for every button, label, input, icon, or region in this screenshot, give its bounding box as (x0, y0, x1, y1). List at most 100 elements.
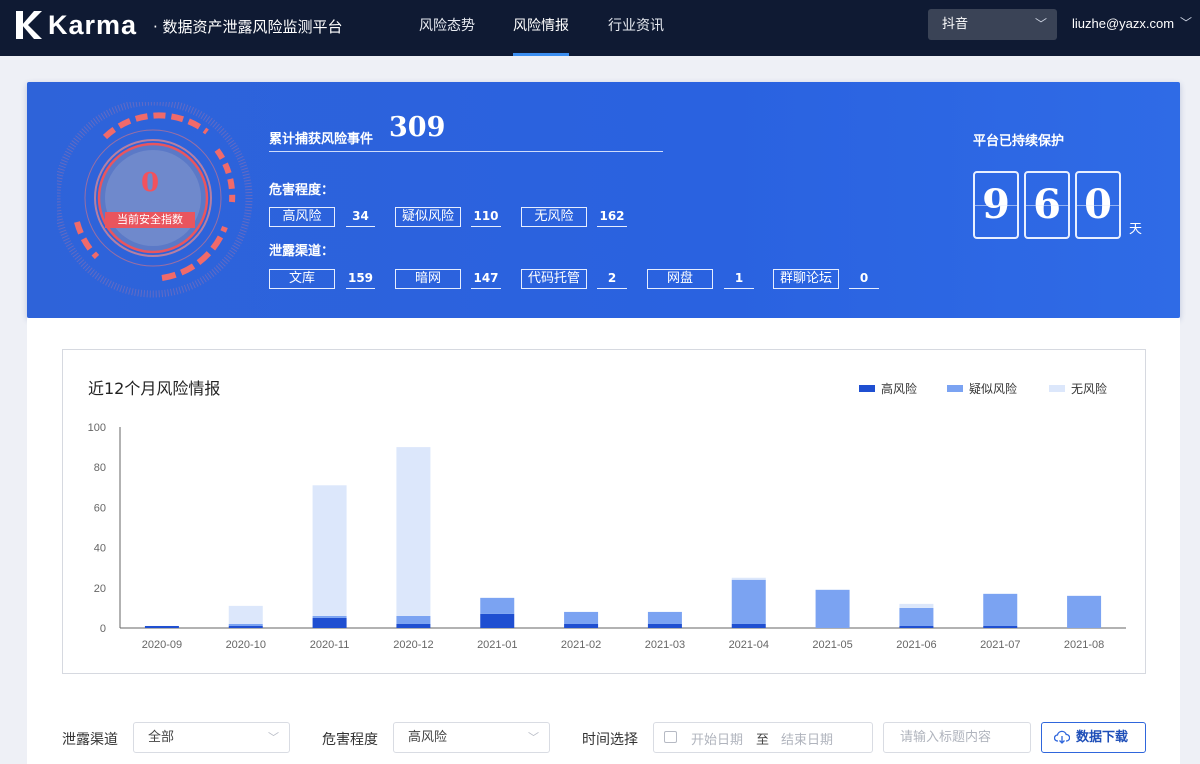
bar-segment (731, 577, 766, 580)
bar-segment (899, 607, 934, 626)
protect-digit: 9 (973, 171, 1019, 239)
app-select[interactable]: 抖音 ﹀ (928, 9, 1057, 40)
y-tick-label: 0 (100, 623, 106, 635)
bar-segment (312, 615, 347, 618)
bar-segment (731, 623, 766, 628)
channel-count-wenku: 159 (346, 269, 375, 289)
bar-segment (983, 625, 1018, 628)
nav-label: 行业资讯 (608, 18, 664, 34)
x-tick-label: 2020-09 (142, 639, 182, 651)
severity-tag-suspected[interactable]: 疑似风险 (395, 207, 461, 227)
x-tick-label: 2021-08 (1064, 639, 1104, 651)
bar-segment (312, 485, 347, 616)
bar-segment (899, 625, 934, 628)
digit-divider (1026, 205, 1068, 206)
x-tick-label: 2020-10 (226, 639, 266, 651)
bar-segment (144, 625, 179, 628)
bar-segment (1067, 595, 1102, 628)
protect-digit: 0 (1075, 171, 1121, 239)
bar-segment (396, 623, 431, 628)
start-date-input[interactable]: 开始日期 (691, 729, 743, 748)
bar-segment (228, 625, 263, 628)
y-tick-label: 40 (94, 543, 106, 555)
bar-segment (396, 447, 431, 616)
bar-segment (564, 623, 599, 628)
nav-industry-news[interactable]: 行业资讯 (608, 0, 664, 56)
bar-segment (647, 611, 682, 624)
download-button-label: 数据下载 (1076, 730, 1129, 745)
chevron-down-icon: ﹀ (1034, 17, 1047, 31)
risk-bar-chart: 0 20 40 60 80 100 2020-09 2020-10 2020-11 2020-12… (88, 422, 1126, 651)
nav-risk-intel[interactable]: 风险情报 (513, 0, 569, 56)
chevron-down-icon: ﹀ (528, 731, 539, 744)
y-tick-label: 60 (94, 502, 106, 514)
bar-segment (396, 615, 431, 624)
x-tick-label: 2020-12 (393, 639, 433, 651)
x-tick-label: 2021-04 (729, 639, 769, 651)
channel-tag-netdisk[interactable]: 网盘 (647, 269, 713, 289)
active-nav-indicator (513, 53, 569, 56)
safety-index-label: 当前安全指数 (105, 212, 195, 228)
nav-label: 风险态势 (419, 18, 475, 34)
legend-label: 疑似风险 (969, 382, 1018, 396)
severity-tag-none[interactable]: 无风险 (521, 207, 587, 227)
legend-label: 高风险 (881, 382, 918, 396)
severity-count-suspected: 110 (471, 207, 501, 227)
y-tick-label: 80 (94, 462, 106, 474)
channel-filter-select[interactable]: 全部 ﹀ (133, 722, 290, 753)
legend-label: 无风险 (1071, 382, 1108, 396)
channel-label: 泄露渠道： (269, 244, 335, 259)
total-events-value: 309 (389, 112, 446, 143)
channel-count-darkweb: 147 (471, 269, 501, 289)
brand-name: Karma (48, 10, 138, 40)
chart-title: 近12个月风险情报 (88, 379, 221, 398)
title-search-input[interactable]: 请输入标题内容 (883, 722, 1031, 753)
channel-filter-label: 泄露渠道 (62, 732, 118, 748)
legend-item-none[interactable]: 无风险 (1049, 380, 1107, 397)
x-tick-label: 2021-03 (645, 639, 685, 651)
severity-tag-high[interactable]: 高风险 (269, 207, 335, 227)
user-email[interactable]: liuzhe@yazx.com (1072, 16, 1174, 31)
severity-filter-value: 高风险 (408, 730, 448, 745)
channel-tag-forum[interactable]: 群聊论坛 (773, 269, 839, 289)
date-range-picker[interactable]: 开始日期 至 结束日期 (653, 722, 873, 753)
risk-chart-card: 0 20 40 60 80 100 2020-09 2020-10 2020-11 2020-12… (62, 349, 1146, 674)
digit-divider (1077, 205, 1119, 206)
download-data-button[interactable]: 数据下载 (1041, 722, 1146, 753)
bar-segment (899, 603, 934, 608)
channel-tag-darkweb[interactable]: 暗网 (395, 269, 461, 289)
x-tick-label: 2021-05 (812, 639, 852, 651)
legend-swatch (859, 385, 875, 392)
nav-risk-overview[interactable]: 风险态势 (419, 0, 475, 56)
end-date-input[interactable]: 结束日期 (781, 729, 833, 748)
x-tick-label: 2021-07 (980, 639, 1020, 651)
channel-count-forum: 0 (849, 269, 879, 289)
bar-segment (731, 579, 766, 624)
channel-count-netdisk: 1 (724, 269, 754, 289)
y-tick-label: 20 (94, 583, 106, 595)
bar-segment (647, 623, 682, 628)
bar-segment (815, 589, 850, 628)
digit-divider (975, 205, 1017, 206)
legend-item-suspected[interactable]: 疑似风险 (947, 380, 1017, 397)
time-filter-label: 时间选择 (582, 732, 638, 748)
x-tick-label: 2021-02 (561, 639, 601, 651)
channel-filter-value: 全部 (148, 730, 175, 745)
y-tick-label: 100 (88, 422, 106, 434)
cloud-download-icon (1054, 730, 1070, 744)
severity-filter-label: 危害程度 (322, 732, 378, 748)
channel-tag-wenku[interactable]: 文库 (269, 269, 335, 289)
divider (269, 151, 663, 152)
legend-swatch (1049, 385, 1065, 392)
channel-tag-code-hosting[interactable]: 代码托管 (521, 269, 587, 289)
bar-segment (312, 617, 347, 628)
bar-segment (564, 611, 599, 624)
severity-filter-select[interactable]: 高风险 ﹀ (393, 722, 550, 753)
bar-segment (228, 605, 263, 624)
top-navbar: Karma · 数据资产泄露风险监测平台 风险态势 风险情报 行业资讯 抖音 ﹀… (0, 0, 1200, 56)
date-range-separator: 至 (756, 733, 770, 748)
legend-item-high[interactable]: 高风险 (859, 380, 917, 397)
chevron-down-icon[interactable]: ﹀ (1180, 14, 1192, 31)
safety-gauge (57, 102, 253, 298)
bar-segment (983, 593, 1018, 626)
